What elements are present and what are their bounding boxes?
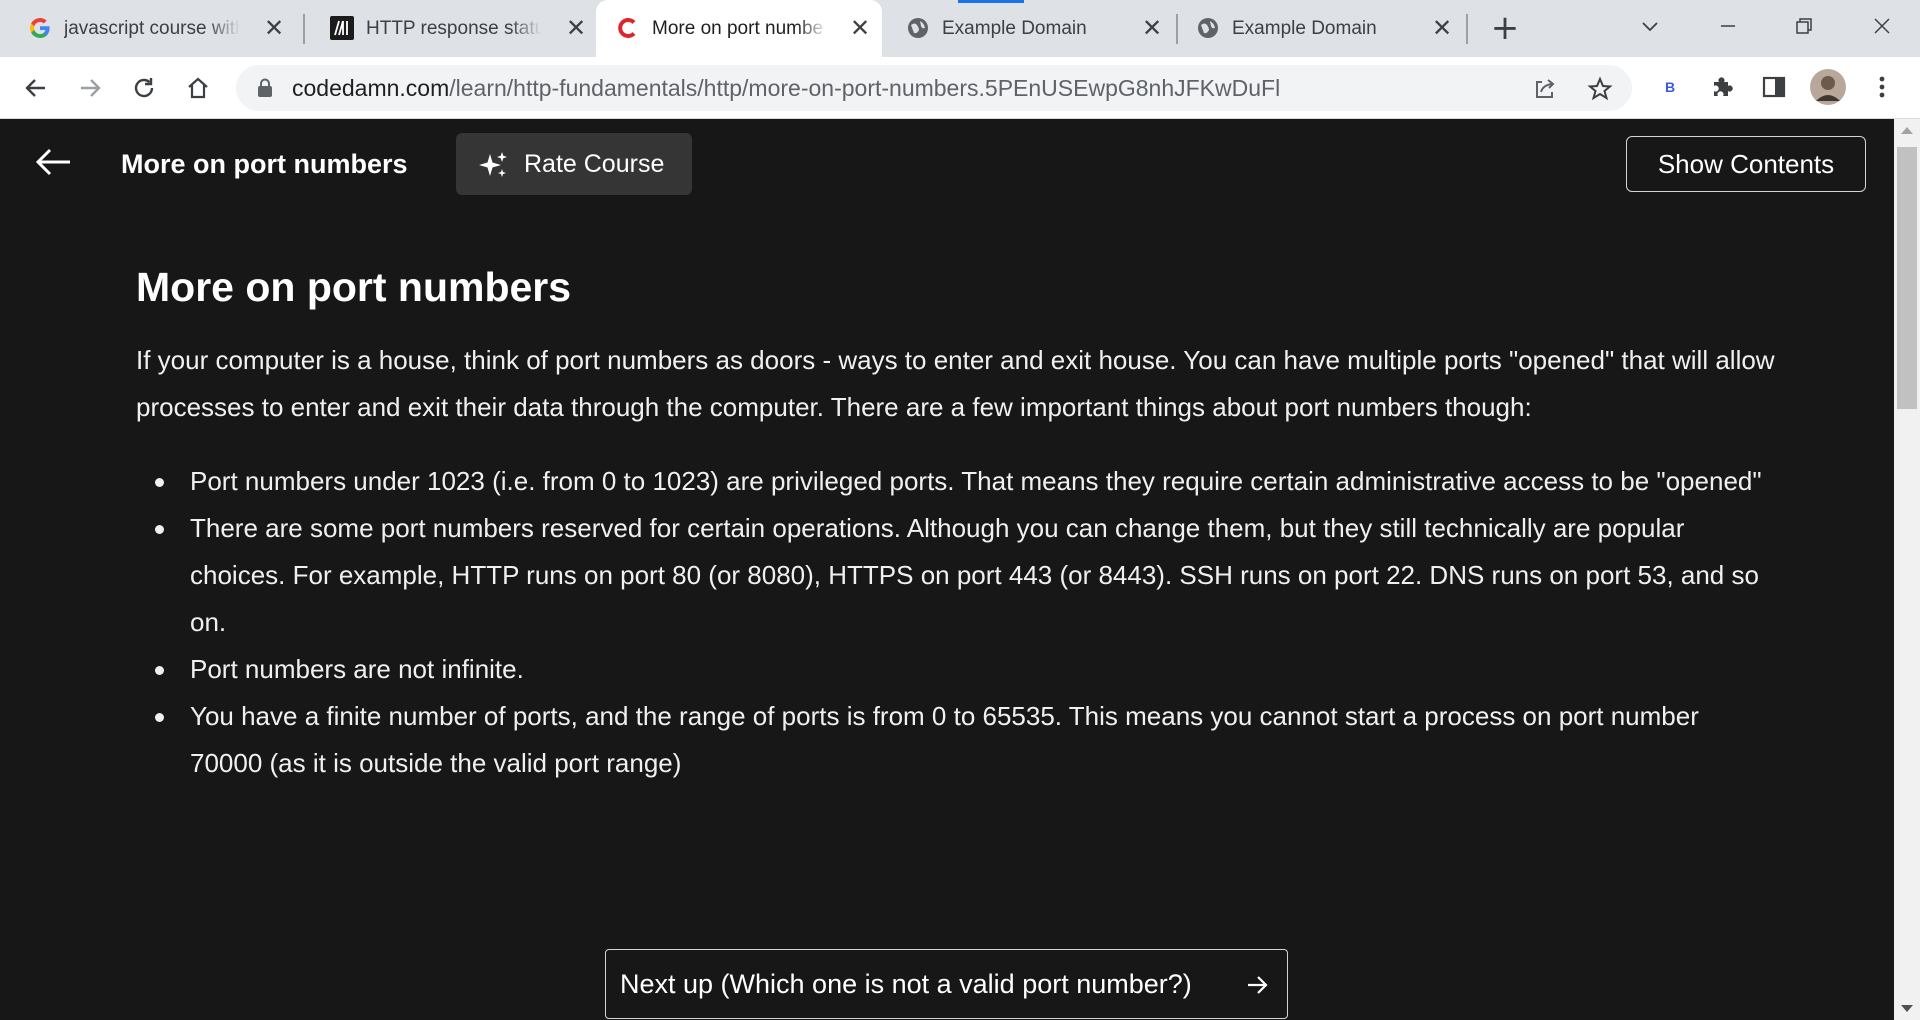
- sparkle-icon: [478, 150, 508, 180]
- close-icon[interactable]: ✕: [1430, 16, 1454, 40]
- url-path: /learn/http-fundamentals/http/more-on-po…: [449, 75, 1281, 101]
- scroll-thumb[interactable]: [1897, 147, 1917, 409]
- tab-title: HTTP response status: [366, 18, 542, 39]
- next-up-button[interactable]: Next up (Which one is not a valid port n…: [605, 949, 1288, 1019]
- tab-separator: [1466, 14, 1468, 44]
- share-icon[interactable]: [1532, 76, 1558, 102]
- back-arrow-icon[interactable]: [34, 147, 74, 177]
- menu-kebab-icon[interactable]: [1864, 69, 1900, 105]
- forward-icon[interactable]: [72, 70, 108, 106]
- article-heading: More on port numbers: [136, 264, 572, 310]
- bullet-list: Port numbers under 1023 (i.e. from 0 to …: [136, 458, 1776, 787]
- close-icon[interactable]: ✕: [262, 16, 286, 40]
- reload-icon[interactable]: [126, 70, 162, 106]
- next-up-label: Next up (Which one is not a valid port n…: [620, 969, 1192, 999]
- bullet-dot: [155, 525, 164, 534]
- address-bar[interactable]: codedamn.com/learn/http-fundamentals/htt…: [236, 65, 1632, 111]
- list-item: Port numbers are not infinite.: [136, 646, 1776, 693]
- tab-example-domain-1[interactable]: Example Domain ✕: [886, 0, 1174, 57]
- google-g-icon: [28, 16, 52, 40]
- vertical-scrollbar[interactable]: [1894, 119, 1920, 1020]
- list-item: Port numbers under 1023 (i.e. from 0 to …: [136, 458, 1776, 505]
- bullet-dot: [155, 478, 164, 487]
- page-content: More on port numbers Rate Course Show Co…: [0, 119, 1894, 1020]
- lock-icon[interactable]: [256, 78, 274, 98]
- browser-toolbar: codedamn.com/learn/http-fundamentals/htt…: [0, 57, 1920, 119]
- mdn-m-icon: [330, 16, 354, 40]
- star-icon[interactable]: [1587, 76, 1613, 102]
- avatar[interactable]: [1810, 69, 1846, 105]
- rate-course-button[interactable]: Rate Course: [456, 133, 692, 195]
- close-icon[interactable]: ✕: [1140, 16, 1164, 40]
- tab-strip: javascript course with ✕ HTTP response s…: [0, 0, 1920, 57]
- globe-icon: [1196, 16, 1220, 40]
- tab-title: javascript course with: [64, 18, 240, 39]
- url-text[interactable]: codedamn.com/learn/http-fundamentals/htt…: [292, 75, 1280, 101]
- minimize-icon[interactable]: [1708, 10, 1748, 42]
- restore-icon[interactable]: [1784, 10, 1824, 42]
- url-domain: codedamn.com: [292, 75, 450, 101]
- codedamn-c-icon: [616, 16, 640, 40]
- scroll-up-arrow-icon[interactable]: [1901, 127, 1913, 134]
- scroll-down-arrow-icon[interactable]: [1901, 1005, 1913, 1012]
- tab-title: Example Domain: [942, 18, 1087, 39]
- list-item: There are some port numbers reserved for…: [136, 505, 1776, 646]
- sidebar-icon[interactable]: [1756, 69, 1792, 105]
- list-item: You have a finite number of ports, and t…: [136, 693, 1776, 787]
- list-item-text: You have a finite number of ports, and t…: [190, 701, 1699, 778]
- lesson-title: More on port numbers: [121, 149, 408, 179]
- tab-http-response-status[interactable]: HTTP response status ✕: [310, 0, 598, 57]
- back-icon[interactable]: [18, 70, 54, 106]
- extension-b-icon[interactable]: B: [1652, 69, 1688, 105]
- rate-course-label: Rate Course: [524, 150, 665, 178]
- tab-javascript-course[interactable]: javascript course with ✕: [8, 0, 296, 57]
- article-intro: If your computer is a house, think of po…: [136, 345, 1775, 422]
- tab-more-on-port-numbers[interactable]: More on port numbe ✕: [596, 0, 882, 57]
- list-item-text: Port numbers under 1023 (i.e. from 0 to …: [190, 466, 1762, 496]
- tab-separator: [303, 14, 305, 44]
- puzzle-icon[interactable]: [1704, 69, 1740, 105]
- show-contents-label: Show Contents: [1657, 149, 1835, 179]
- tab-title: More on port numbe: [652, 18, 824, 39]
- home-icon[interactable]: [180, 70, 216, 106]
- tab-example-domain-2[interactable]: Example Domain ✕: [1176, 0, 1464, 57]
- window-close-icon[interactable]: [1862, 10, 1902, 42]
- tab-title: Example Domain: [1232, 18, 1377, 39]
- close-icon[interactable]: ✕: [848, 16, 872, 40]
- bullet-dot: [155, 713, 164, 722]
- close-icon[interactable]: ✕: [564, 16, 588, 40]
- chevron-down-icon[interactable]: [1638, 14, 1662, 38]
- show-contents-button[interactable]: Show Contents: [1626, 136, 1866, 192]
- globe-icon: [906, 16, 930, 40]
- arrow-right-icon: [1246, 974, 1270, 996]
- bullet-dot: [155, 666, 164, 675]
- article: More on port numbers If your computer is…: [136, 261, 1776, 787]
- list-item-text: There are some port numbers reserved for…: [190, 513, 1759, 637]
- new-tab-button[interactable]: +: [1488, 11, 1522, 46]
- list-item-text: Port numbers are not infinite.: [190, 654, 524, 684]
